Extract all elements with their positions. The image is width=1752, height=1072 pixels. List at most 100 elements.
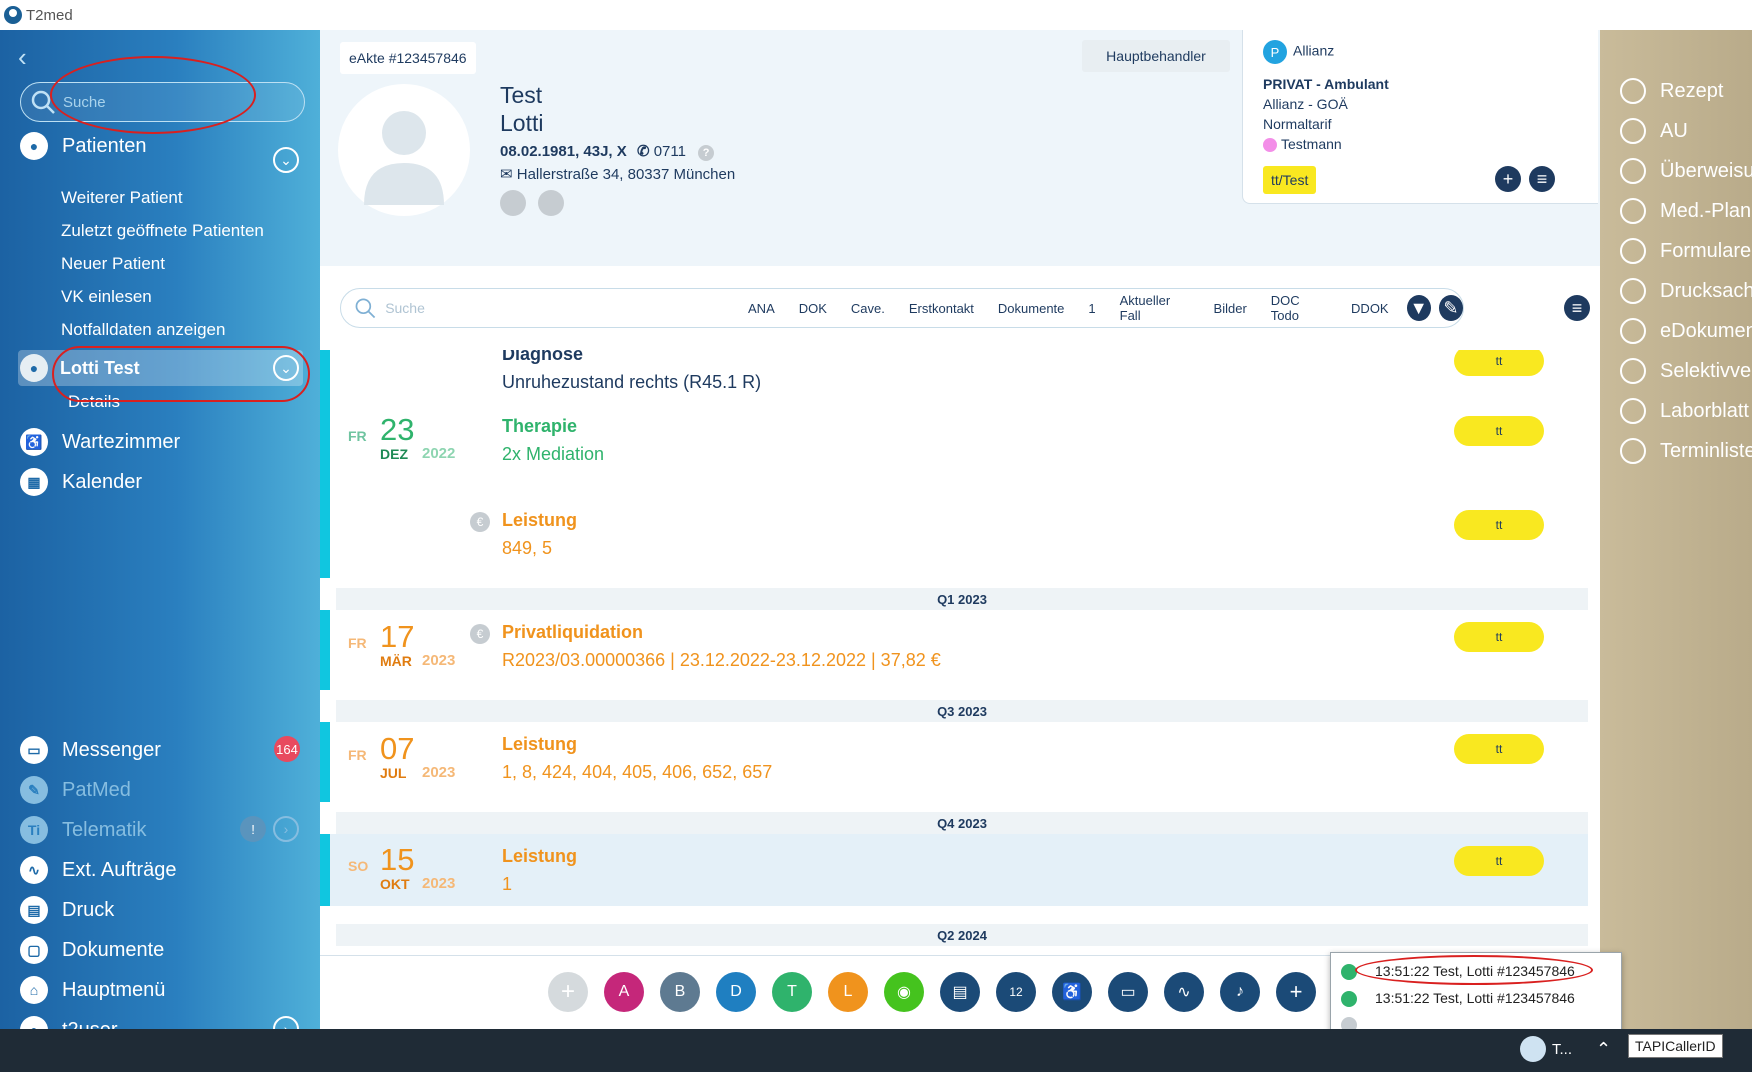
pulse-button-icon[interactable]: ∿ [1164,972,1204,1012]
nav-wartezimmer[interactable]: ♿ Wartezimmer [20,428,180,456]
tag-pill[interactable]: tt [1454,510,1544,540]
nav-telematik-label: Telematik [62,818,147,841]
pulse-icon: ∿ [20,856,48,884]
action-med-plan[interactable]: Med.-Plan [1620,198,1751,224]
therapie-text[interactable]: 2x Mediation [502,444,604,465]
envelope-icon [1620,278,1646,304]
filter-search-input[interactable]: Suche [385,300,748,316]
letter-button-l[interactable]: L [828,972,868,1012]
camera-icon[interactable]: ◉ [884,972,924,1012]
list-icon[interactable]: ≡ [1529,166,1555,192]
filter-tab-cave[interactable]: Cave. [851,301,885,316]
tag-pill[interactable]: tt [1454,416,1544,446]
telematik-chevron-right-icon[interactable]: › [273,816,299,842]
help-icon[interactable]: ? [698,145,715,161]
pin-icon[interactable]: ✎ [1438,295,1463,321]
action-rezept[interactable]: Rezept [1620,78,1723,104]
sub-item-notfalldaten[interactable]: Notfalldaten anzeigen [61,320,225,340]
back-arrow-icon[interactable]: ‹ [18,42,27,73]
nav-kalender[interactable]: ▦ Kalender [20,468,142,496]
privatliquidation-text[interactable]: R2023/03.00000366 | 23.12.2022-23.12.202… [502,650,941,671]
letter-button-d[interactable]: D [716,972,756,1012]
nav-telematik[interactable]: Ti Telematik [20,816,146,844]
action-ueberweisung[interactable]: Überweisung [1620,158,1752,184]
filter-tab-bilder[interactable]: Bilder [1214,301,1247,316]
filter-tab-ana[interactable]: ANA [748,301,775,316]
tray-chevron-up-icon[interactable]: ⌃ [1596,1039,1611,1060]
nav-messenger[interactable]: ▭ Messenger [20,736,161,764]
action-edokumente[interactable]: eDokumente [1620,318,1752,344]
sub-item-neuer-patient[interactable]: Neuer Patient [61,254,165,274]
action-terminliste[interactable]: Terminliste [1620,438,1752,464]
annotation-circle-call [1355,955,1593,985]
taskbar-app[interactable]: T... ⌃ [1520,1036,1611,1062]
filter-tab-erstkontakt[interactable]: Erstkontakt [909,301,974,316]
bell-icon[interactable]: ♪ [1220,972,1260,1012]
waiting-room-button-icon[interactable]: ♿ [1052,972,1092,1012]
action-drucksachen[interactable]: Drucksachen [1620,278,1752,304]
filter-tab-aktueller-fall[interactable]: Aktueller Fall [1120,293,1190,323]
euro-icon: € [470,624,490,644]
diagnose-text[interactable]: Unruhezustand rechts (R45.1 R) [502,372,761,393]
hauptbehandler-button[interactable]: Hauptbehandler [1082,40,1230,72]
nav-druck[interactable]: ▤ Druck [20,896,114,924]
tag-pill[interactable]: tt [1454,846,1544,876]
nav-hauptmenu[interactable]: ⌂ Hauptmenü [20,976,165,1004]
filter-tab-dok[interactable]: DOK [799,301,827,316]
plus-circle-icon[interactable]: + [1276,972,1316,1012]
action-drucksachen-label: Drucksachen [1660,279,1752,302]
entry-month: OKT [380,876,410,892]
chat-icon: ▭ [20,736,48,764]
person-silhouette-icon [364,111,444,205]
sub-item-zuletzt-geoeffnet[interactable]: Zuletzt geöffnete Patienten [61,221,264,241]
sub-item-vk-einlesen[interactable]: VK einlesen [61,287,152,307]
nav-dokumente[interactable]: ▢ Dokumente [20,936,164,964]
filter-tab-doc-todo[interactable]: DOC Todo [1271,293,1327,323]
leistung-title: Leistung [502,734,577,754]
address-text: Hallerstraße 34, 80337 München [516,166,736,183]
add-plus-icon[interactable]: + [1495,166,1521,192]
au-icon [1620,118,1646,144]
nav-dokumente-label: Dokumente [62,938,165,961]
family-icon[interactable] [538,190,564,216]
call-entry-2[interactable]: 13:51:22 Test, Lotti #123457846 [1375,990,1575,1006]
clipboard-icon[interactable]: ▤ [940,972,980,1012]
ambulance-icon[interactable] [500,190,526,216]
calendar-12-icon[interactable]: 12 [996,972,1036,1012]
tag-button[interactable]: tt/Test [1263,166,1317,194]
action-selektivvertraege[interactable]: Selektivverträge [1620,358,1752,384]
entry-day: 17 [380,619,415,654]
nav-patients[interactable]: ● Patienten [20,132,147,160]
leistung-text[interactable]: 849, 5 [502,538,552,559]
nav-ext-auftraege[interactable]: ∿ Ext. Aufträge [20,856,177,884]
letter-button-b[interactable]: B [660,972,700,1012]
tag-pill[interactable]: tt [1454,350,1544,376]
tag-pill[interactable]: tt [1454,734,1544,764]
leistung-text[interactable]: 1, 8, 424, 404, 405, 406, 652, 657 [502,762,772,783]
nav-patmed[interactable]: ✎ PatMed [20,776,131,804]
action-au[interactable]: AU [1620,118,1688,144]
tag-pill[interactable]: tt [1454,622,1544,652]
phone-number[interactable]: 0711 [654,143,686,160]
filter-tab-dokumente[interactable]: Dokumente [998,301,1064,316]
letter-button-t[interactable]: T [772,972,812,1012]
letter-button-a[interactable]: A [604,972,644,1012]
leistung-text[interactable]: 1 [502,874,512,895]
filter-tab-ddok[interactable]: DDOK [1351,301,1389,316]
entry-month: MÄR [380,653,412,669]
sub-item-weiterer-patient[interactable]: Weiterer Patient [61,188,183,208]
caller-id-popup: 13:51:22 Test, Lotti #123457846 13:51:22… [1330,952,1622,1040]
action-formulare[interactable]: Formulare [1620,238,1751,264]
add-entry-button[interactable]: + [548,972,588,1012]
patients-chevron-down-icon[interactable]: ⌄ [273,147,299,173]
entry-bar [320,610,330,690]
chat-button-icon[interactable]: ▭ [1108,972,1148,1012]
selected-entry-background [320,834,1588,906]
filter-tab-1[interactable]: 1 [1088,301,1095,316]
action-laborblatt[interactable]: Laborblatt [1620,398,1749,424]
nav-druck-label: Druck [62,898,115,921]
timeline-menu-icon[interactable]: ≡ [1564,295,1590,321]
calendar-list-icon [1620,438,1646,464]
timeline-filter-bar: Suche ANA DOK Cave. Erstkontakt Dokument… [340,288,1464,328]
funnel-icon[interactable]: ▼ [1406,295,1431,321]
